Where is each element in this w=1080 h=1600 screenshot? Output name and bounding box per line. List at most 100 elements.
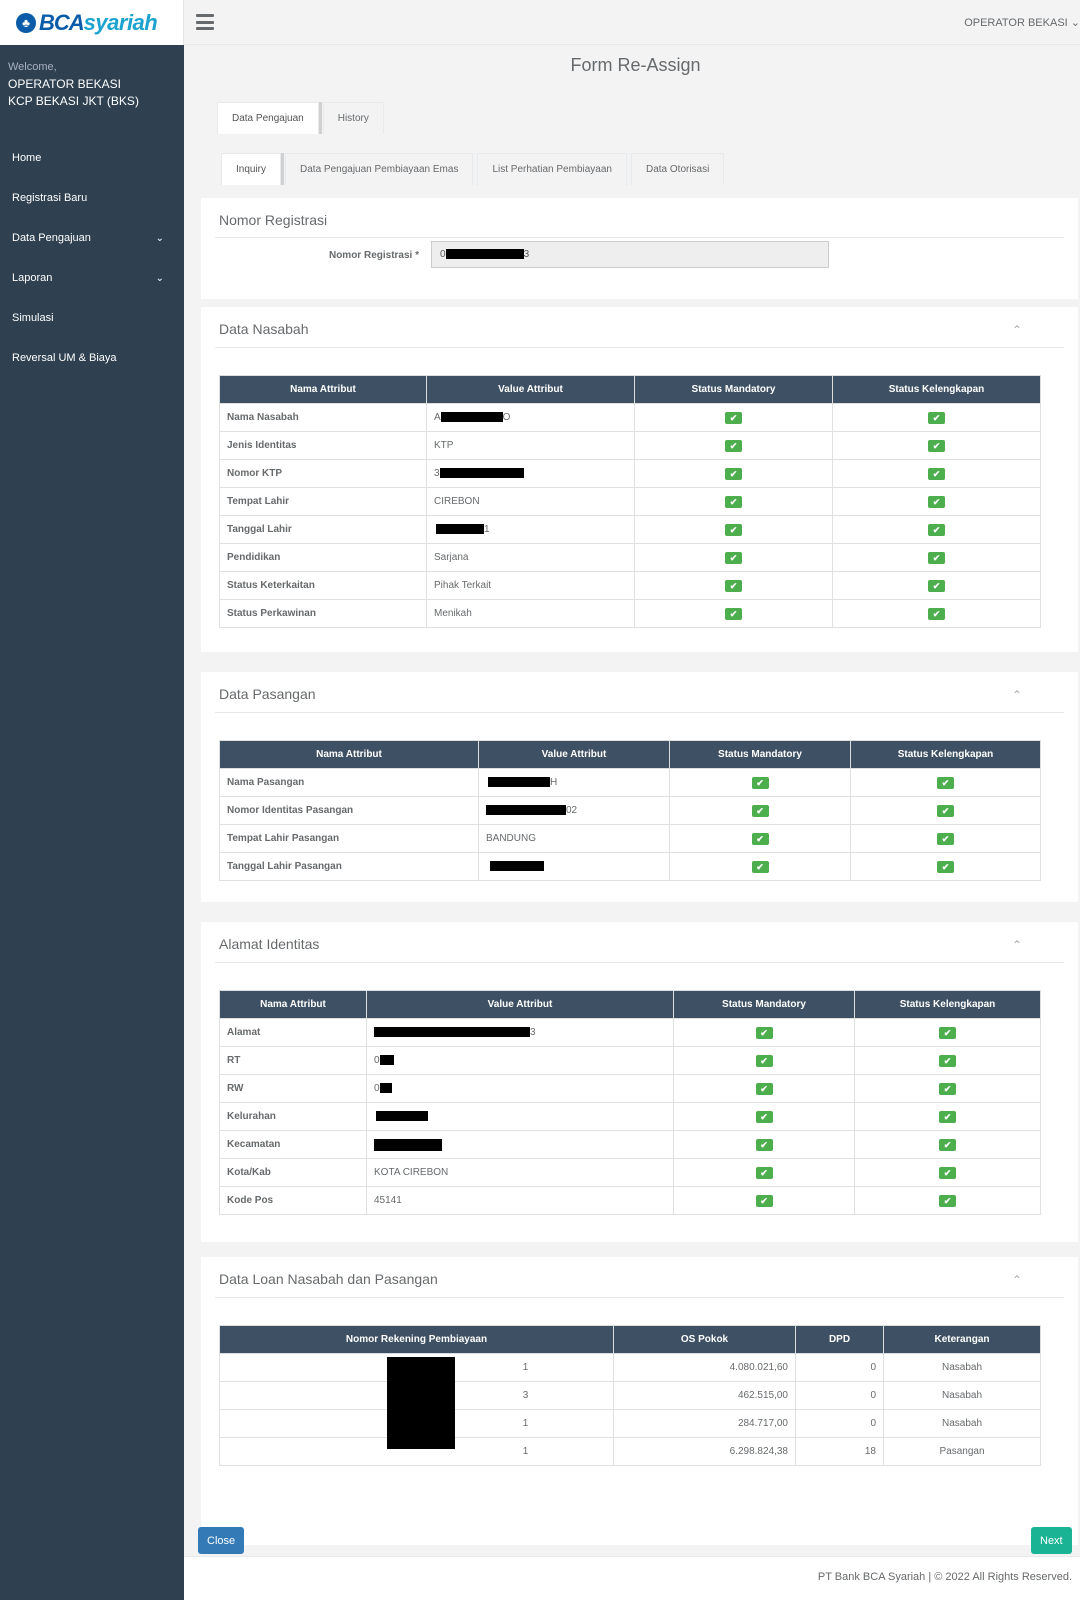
sidebar-item-label: Laporan bbox=[12, 272, 53, 284]
nasabah-table: Nama Attribut Value Attribut Status Mand… bbox=[219, 375, 1041, 628]
chevron-up-icon[interactable]: ⌃ bbox=[1012, 688, 1022, 702]
attr-value: Menikah bbox=[426, 599, 635, 628]
check-icon: ✔ bbox=[755, 1138, 773, 1151]
mandatory-cell: ✔ bbox=[634, 543, 833, 572]
column-header: Value Attribut bbox=[478, 740, 670, 769]
keterangan-cell: Nasabah bbox=[883, 1409, 1041, 1438]
attr-name: Nama Nasabah bbox=[219, 403, 427, 432]
attr-name: Tanggal Lahir bbox=[219, 515, 427, 544]
attr-name: Jenis Identitas bbox=[219, 431, 427, 460]
attr-value: KTP bbox=[426, 431, 635, 460]
redacted-block bbox=[374, 1027, 530, 1038]
nomor-registrasi-label: Nomor Registrasi * bbox=[328, 250, 419, 261]
column-header: Status Mandatory bbox=[669, 740, 851, 769]
footer-text: PT Bank BCA Syariah | © 2022 All Rights … bbox=[817, 1571, 1072, 1583]
next-button[interactable]: Next bbox=[1031, 1527, 1072, 1554]
mandatory-cell: ✔ bbox=[634, 487, 833, 516]
chevron-up-icon[interactable]: ⌃ bbox=[1012, 323, 1022, 337]
kelengkapan-cell: ✔ bbox=[832, 431, 1041, 460]
kelengkapan-cell: ✔ bbox=[854, 1074, 1041, 1103]
attr-name: Tempat Lahir Pasangan bbox=[219, 824, 479, 853]
user-menu-dropdown[interactable]: OPERATOR BEKASI ⌄ bbox=[964, 16, 1080, 29]
check-icon: ✔ bbox=[928, 411, 945, 424]
kelengkapan-cell: ✔ bbox=[850, 824, 1041, 853]
sidebar-item-label: Data Pengajuan bbox=[12, 232, 91, 244]
main-tabs: Data Pengajuan History bbox=[217, 102, 388, 134]
column-header: Nama Attribut bbox=[219, 740, 479, 769]
tab-history[interactable]: History bbox=[322, 102, 384, 134]
check-icon: ✔ bbox=[751, 776, 769, 789]
brand-logo[interactable]: ♣ BCA syariah bbox=[0, 0, 184, 45]
keterangan-cell: Pasangan bbox=[883, 1437, 1041, 1466]
panel-title: Data Loan Nasabah dan Pasangan bbox=[219, 1271, 438, 1287]
check-icon: ✔ bbox=[755, 1166, 773, 1179]
table-row: Tempat Lahir CIREBON ✔ ✔ bbox=[219, 487, 1041, 516]
check-icon: ✔ bbox=[928, 607, 945, 620]
value-text: KTP bbox=[434, 440, 454, 451]
panel-alamat-identitas: Alamat Identitas ⌃ Nama Attribut Value A… bbox=[201, 922, 1078, 1242]
check-icon: ✔ bbox=[939, 1082, 956, 1095]
tab-pembiayaan-emas[interactable]: Data Pengajuan Pembiayaan Emas bbox=[285, 153, 474, 185]
sidebar-item-laporan[interactable]: Laporan ⌄ bbox=[0, 258, 184, 298]
column-header: Nama Attribut bbox=[219, 375, 427, 404]
check-icon: ✔ bbox=[725, 523, 742, 536]
kelengkapan-cell: ✔ bbox=[832, 487, 1041, 516]
tab-data-pengajuan[interactable]: Data Pengajuan bbox=[217, 102, 319, 134]
check-icon: ✔ bbox=[928, 495, 945, 508]
panel-title: Nomor Registrasi bbox=[219, 212, 328, 228]
hamburger-menu-icon[interactable] bbox=[196, 14, 214, 30]
sidebar-item-registrasi-baru[interactable]: Registrasi Baru bbox=[0, 178, 184, 218]
check-icon: ✔ bbox=[939, 1138, 956, 1151]
attr-name: RW bbox=[219, 1074, 367, 1103]
mandatory-cell: ✔ bbox=[673, 1018, 855, 1047]
tab-data-otorisasi[interactable]: Data Otorisasi bbox=[630, 153, 725, 185]
value-text: 02 bbox=[566, 805, 578, 816]
check-icon: ✔ bbox=[937, 832, 954, 845]
os-pokok-cell: 4.080.021,60 bbox=[613, 1353, 796, 1382]
loan-table: Nomor Rekening Pembiayaan OS Pokok DPD K… bbox=[219, 1325, 1041, 1466]
check-icon: ✔ bbox=[939, 1026, 956, 1039]
kelengkapan-cell: ✔ bbox=[854, 1130, 1041, 1159]
user-menu-label: OPERATOR BEKASI bbox=[964, 16, 1068, 29]
attr-value: 0 bbox=[366, 1074, 674, 1103]
sidebar-item-reversal[interactable]: Reversal UM & Biaya bbox=[0, 338, 184, 378]
check-icon: ✔ bbox=[725, 467, 742, 480]
attr-name: Pendidikan bbox=[219, 543, 427, 572]
close-button[interactable]: Close bbox=[198, 1527, 245, 1554]
mandatory-cell: ✔ bbox=[673, 1186, 855, 1215]
sidebar-item-simulasi[interactable]: Simulasi bbox=[0, 298, 184, 338]
redacted-block bbox=[490, 861, 544, 872]
sidebar-item-home[interactable]: Home bbox=[0, 138, 184, 178]
topbar: OPERATOR BEKASI ⌄ bbox=[184, 0, 1080, 45]
kelengkapan-cell: ✔ bbox=[832, 515, 1041, 544]
attr-value: AO bbox=[426, 403, 635, 432]
table-row: Nomor KTP 3 ✔ ✔ bbox=[219, 459, 1041, 488]
chevron-up-icon[interactable]: ⌃ bbox=[1012, 938, 1022, 952]
attr-name: Kelurahan bbox=[219, 1102, 367, 1131]
check-icon: ✔ bbox=[725, 495, 742, 508]
value-text: O bbox=[502, 412, 511, 423]
attr-value: CIREBON bbox=[426, 487, 635, 516]
redacted-block bbox=[387, 1357, 455, 1449]
welcome-block: Welcome, OPERATOR BEKASI KCP BEKASI JKT … bbox=[0, 45, 184, 110]
check-icon: ✔ bbox=[939, 1054, 956, 1067]
table-row: 1 6.298.824,38 18 Pasangan bbox=[219, 1437, 1041, 1466]
redacted-block bbox=[436, 524, 484, 535]
value-text: 3 bbox=[523, 249, 530, 260]
column-header: OS Pokok bbox=[613, 1325, 796, 1354]
chevron-up-icon[interactable]: ⌃ bbox=[1012, 1273, 1022, 1287]
tab-list-perhatian[interactable]: List Perhatian Pembiayaan bbox=[477, 153, 627, 185]
table-row: 1 284.717,00 0 Nasabah bbox=[219, 1409, 1041, 1438]
attr-value: 3 bbox=[426, 459, 635, 488]
tab-inquiry[interactable]: Inquiry bbox=[221, 153, 282, 185]
value-text: 1 bbox=[522, 1362, 529, 1373]
value-text: 3 bbox=[530, 1027, 536, 1038]
attr-value: BANDUNG bbox=[478, 824, 670, 853]
chevron-down-icon: ⌄ bbox=[155, 232, 164, 244]
mandatory-cell: ✔ bbox=[634, 459, 833, 488]
check-icon: ✔ bbox=[755, 1026, 773, 1039]
sidebar-item-data-pengajuan[interactable]: Data Pengajuan ⌄ bbox=[0, 218, 184, 258]
column-header: Status Kelengkapan bbox=[850, 740, 1041, 769]
mandatory-cell: ✔ bbox=[669, 824, 851, 853]
kelengkapan-cell: ✔ bbox=[832, 543, 1041, 572]
